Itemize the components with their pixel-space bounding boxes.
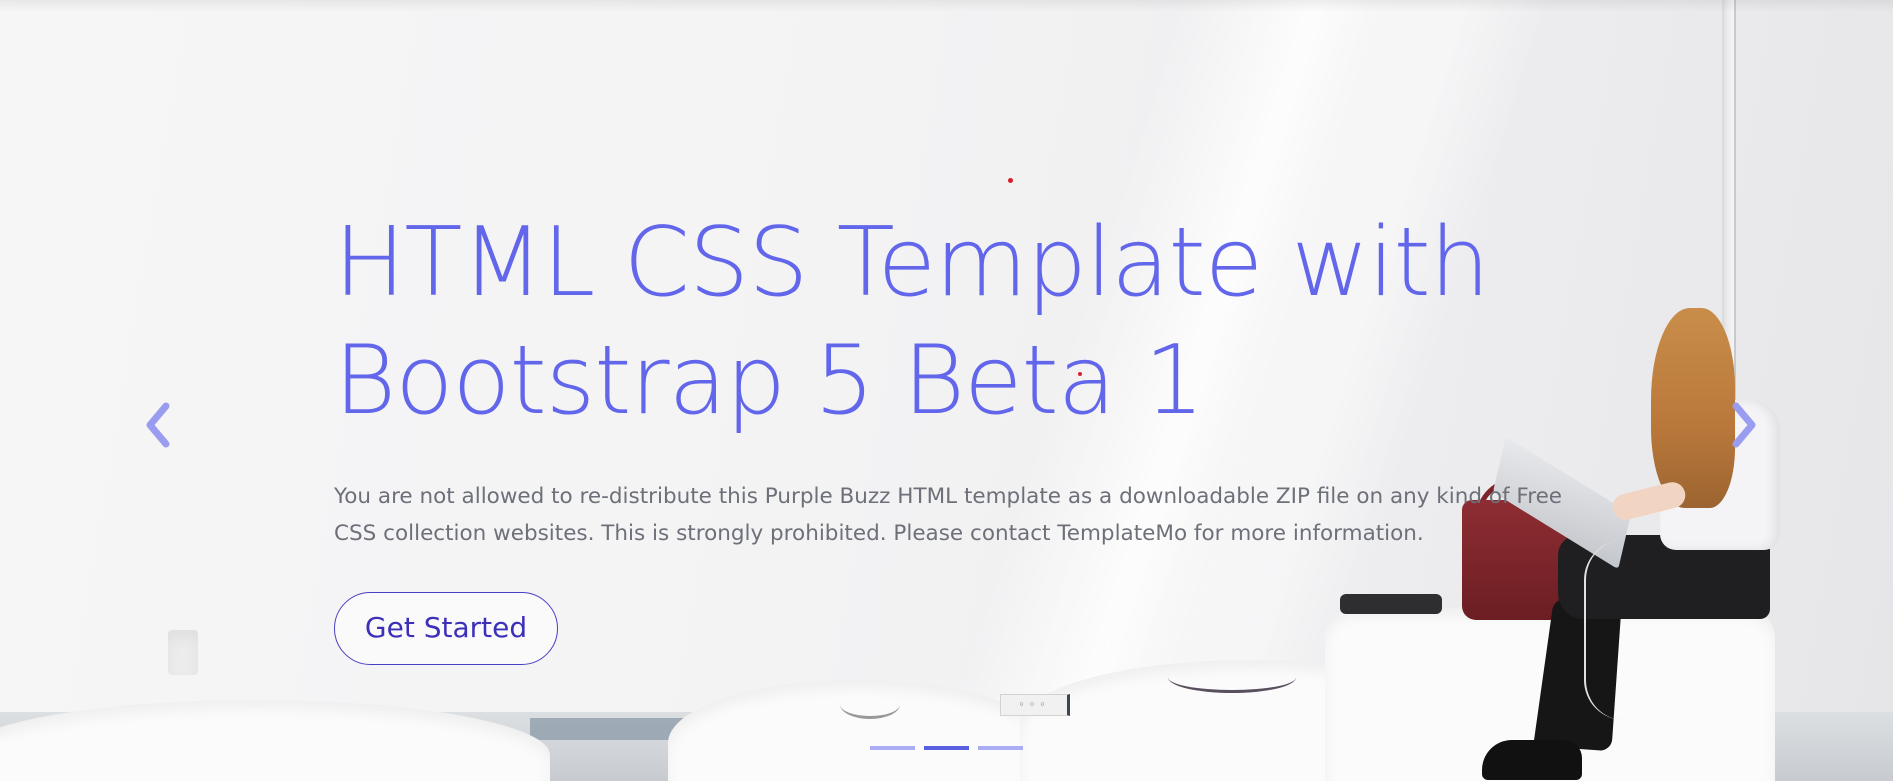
background-bench-edge — [840, 690, 900, 719]
chevron-left-icon — [146, 402, 170, 448]
carousel-prev-button[interactable] — [138, 400, 182, 450]
chevron-right-icon — [1732, 402, 1756, 448]
hero-description: You are not allowed to re-distribute thi… — [334, 484, 1563, 546]
background-top-shade — [0, 0, 1893, 12]
background-bench — [168, 630, 198, 675]
background-bench-edge — [1168, 662, 1296, 693]
hero-content: HTML CSS Template with Bootstrap 5 Beta … — [334, 204, 1594, 665]
red-dot-marker — [1008, 178, 1013, 183]
carousel-next-button[interactable] — [1720, 400, 1764, 450]
hero-title: HTML CSS Template with Bootstrap 5 Beta … — [334, 204, 1514, 440]
background-wall-line — [1734, 0, 1736, 420]
hero-title-line: HTML CSS Template with — [334, 208, 1490, 318]
get-started-button[interactable]: Get Started — [334, 592, 558, 665]
hero-carousel: ◦◦◦ HTML CSS Template with Bootstrap 5 B… — [0, 0, 1893, 781]
carousel-indicator-3[interactable] — [978, 746, 1023, 750]
carousel-indicator-2[interactable] — [924, 746, 969, 750]
background-arm — [1609, 479, 1689, 523]
carousel-indicators — [870, 746, 1023, 750]
background-power-outlet: ◦◦◦ — [1000, 694, 1070, 716]
hero-title-line: Bootstrap 5 Beta 1 — [334, 326, 1205, 436]
carousel-indicator-1[interactable] — [870, 746, 915, 750]
